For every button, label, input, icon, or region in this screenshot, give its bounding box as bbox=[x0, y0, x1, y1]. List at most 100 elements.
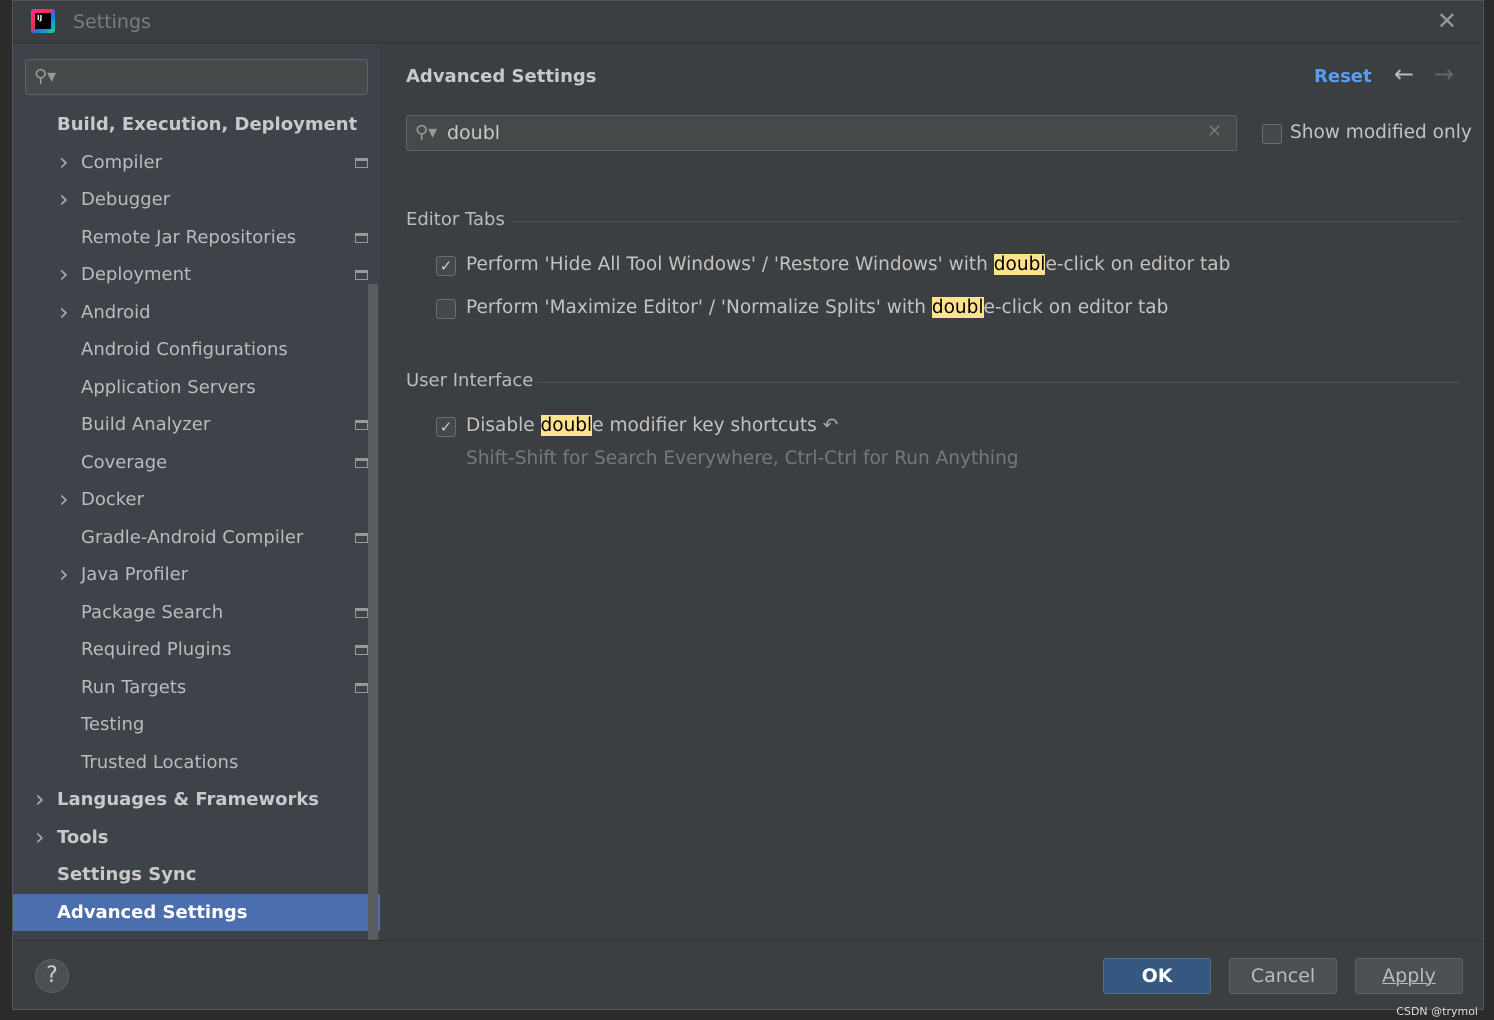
option-checkbox[interactable]: ✓ bbox=[436, 256, 456, 276]
project-level-icon bbox=[355, 270, 368, 280]
sidebar-item[interactable]: Android Configurations bbox=[13, 331, 368, 368]
sidebar-item-label: Compiler bbox=[81, 151, 163, 173]
option-label: Perform 'Hide All Tool Windows' / 'Resto… bbox=[466, 254, 1230, 275]
sidebar-item[interactable]: Run Targets bbox=[13, 669, 368, 706]
sidebar-item[interactable]: Trusted Locations bbox=[13, 744, 368, 781]
option-text: e-click on editor tab bbox=[1045, 254, 1231, 275]
sidebar-item[interactable]: › Android bbox=[13, 294, 368, 331]
section-title: User Interface bbox=[406, 370, 534, 391]
chevron-right-icon[interactable]: › bbox=[59, 556, 69, 593]
back-arrow-icon[interactable]: ← bbox=[1394, 60, 1414, 88]
search-icon: ⚲▾ bbox=[34, 66, 57, 87]
sidebar-item-label: Application Servers bbox=[81, 376, 256, 398]
project-level-icon bbox=[355, 682, 368, 693]
title-bar: IJ Settings ✕ bbox=[13, 1, 1483, 43]
sidebar-item[interactable]: › Languages & Frameworks bbox=[13, 781, 368, 818]
option-text: e modifier key shortcuts bbox=[592, 415, 817, 436]
chevron-right-icon[interactable]: › bbox=[59, 181, 69, 218]
project-level-icon bbox=[355, 607, 368, 618]
project-level-icon bbox=[355, 420, 368, 430]
show-modified-only-checkbox[interactable] bbox=[1262, 124, 1282, 144]
sidebar-item[interactable]: Coverage bbox=[13, 444, 368, 481]
dialog-title: Settings bbox=[73, 11, 151, 33]
reset-link[interactable]: Reset bbox=[1314, 66, 1372, 87]
clear-search-icon[interactable]: ✕ bbox=[1207, 121, 1222, 142]
option-checkbox[interactable] bbox=[436, 299, 456, 319]
sidebar-item-label: Advanced Settings bbox=[57, 901, 248, 923]
sidebar-item[interactable]: Settings Sync bbox=[13, 856, 368, 893]
search-match-highlight: doubl bbox=[540, 415, 593, 436]
chevron-right-icon[interactable]: › bbox=[59, 481, 69, 518]
project-level-icon bbox=[355, 232, 368, 243]
sidebar-item[interactable]: › Compiler bbox=[13, 144, 368, 181]
sidebar-item-label: Settings Sync bbox=[57, 864, 197, 885]
option-label: Perform 'Maximize Editor' / 'Normalize S… bbox=[466, 297, 1168, 318]
sidebar-item[interactable]: Build, Execution, Deployment bbox=[13, 106, 368, 143]
sidebar-item[interactable]: Build Analyzer bbox=[13, 406, 368, 443]
option-text: Perform 'Hide All Tool Windows' / 'Resto… bbox=[466, 254, 994, 275]
advanced-settings-panel: Advanced Settings Reset ← → ⚲▾ ✕ Show mo… bbox=[380, 44, 1483, 940]
sidebar-search-input[interactable]: ⚲▾ bbox=[25, 59, 368, 95]
sidebar-item[interactable]: › Java Profiler bbox=[13, 556, 368, 593]
section-divider bbox=[512, 221, 1461, 222]
chevron-right-icon[interactable]: › bbox=[59, 256, 69, 293]
sidebar-item-label: Android bbox=[81, 301, 151, 323]
option-label: Disable double modifier key shortcuts ↶ bbox=[466, 415, 838, 436]
sidebar-item-label: Java Profiler bbox=[81, 564, 189, 585]
reset-to-default-icon[interactable]: ↶ bbox=[817, 415, 839, 436]
project-level-icon bbox=[355, 157, 368, 168]
show-modified-only-label: Show modified only bbox=[1290, 122, 1472, 143]
sidebar-item[interactable]: Package Search bbox=[13, 594, 368, 631]
watermark: CSDN @trymol bbox=[1396, 1005, 1478, 1018]
sidebar-item-label: Trusted Locations bbox=[81, 751, 239, 773]
close-icon[interactable]: ✕ bbox=[1437, 7, 1457, 35]
sidebar-item[interactable]: Required Plugins bbox=[13, 631, 368, 668]
project-level-icon bbox=[355, 645, 368, 655]
forward-arrow-icon[interactable]: → bbox=[1434, 60, 1454, 88]
chevron-right-icon[interactable]: › bbox=[35, 819, 45, 856]
sidebar-item[interactable]: Gradle-Android Compiler bbox=[13, 519, 368, 556]
sidebar-item-label: Remote Jar Repositories bbox=[81, 226, 297, 248]
chevron-right-icon[interactable]: › bbox=[59, 144, 69, 181]
section-title: Editor Tabs bbox=[406, 209, 505, 230]
sidebar-item[interactable]: Advanced Settings bbox=[13, 893, 380, 931]
settings-sidebar: ⚲▾ Build, Execution, Deployment › Compiler… bbox=[13, 44, 380, 940]
chevron-right-icon[interactable]: › bbox=[59, 294, 69, 331]
sidebar-item-label: Coverage bbox=[81, 451, 168, 473]
sidebar-item[interactable]: › Tools bbox=[13, 819, 368, 856]
sidebar-item[interactable]: › Debugger bbox=[13, 181, 368, 218]
help-button[interactable]: ? bbox=[35, 959, 69, 993]
sidebar-scrollbar[interactable] bbox=[368, 284, 378, 940]
section-divider bbox=[538, 382, 1461, 383]
dialog-footer: ? OK Cancel Apply bbox=[13, 940, 1483, 1009]
project-level-icon bbox=[355, 457, 368, 468]
sidebar-item-label: Package Search bbox=[81, 601, 224, 623]
sidebar-item-label: Deployment bbox=[81, 264, 192, 285]
search-icon: ⚲▾ bbox=[415, 122, 438, 143]
settings-search-input[interactable] bbox=[447, 120, 1187, 146]
sidebar-item-label: Required Plugins bbox=[81, 639, 232, 660]
sidebar-item[interactable]: Testing bbox=[13, 706, 368, 743]
sidebar-item[interactable]: Application Servers bbox=[13, 369, 368, 406]
sidebar-item-label: Build Analyzer bbox=[81, 414, 211, 435]
sidebar-item[interactable]: › Deployment bbox=[13, 256, 368, 293]
option-checkbox[interactable]: ✓ bbox=[436, 417, 456, 437]
sidebar-item-label: Tools bbox=[57, 826, 109, 848]
sidebar-item-label: Testing bbox=[81, 714, 145, 735]
sidebar-item-label: Run Targets bbox=[81, 676, 187, 698]
search-match-highlight: doubl bbox=[993, 254, 1046, 275]
ok-button[interactable]: OK bbox=[1103, 958, 1211, 994]
page-title: Advanced Settings bbox=[406, 66, 597, 87]
option-description: Shift-Shift for Search Everywhere, Ctrl-… bbox=[466, 448, 1019, 469]
sidebar-item[interactable]: › Docker bbox=[13, 481, 368, 518]
cancel-button[interactable]: Cancel bbox=[1229, 958, 1337, 994]
sidebar-item[interactable]: Remote Jar Repositories bbox=[13, 219, 368, 256]
apply-button[interactable]: Apply bbox=[1355, 958, 1463, 994]
settings-search[interactable]: ⚲▾ ✕ bbox=[406, 115, 1237, 151]
search-match-highlight: doubl bbox=[931, 297, 984, 318]
project-level-icon bbox=[355, 532, 368, 543]
chevron-right-icon[interactable]: › bbox=[35, 781, 45, 818]
sidebar-item-label: Gradle-Android Compiler bbox=[81, 526, 304, 548]
option-text: e-click on editor tab bbox=[983, 297, 1169, 318]
sidebar-item-label: Docker bbox=[81, 489, 145, 510]
